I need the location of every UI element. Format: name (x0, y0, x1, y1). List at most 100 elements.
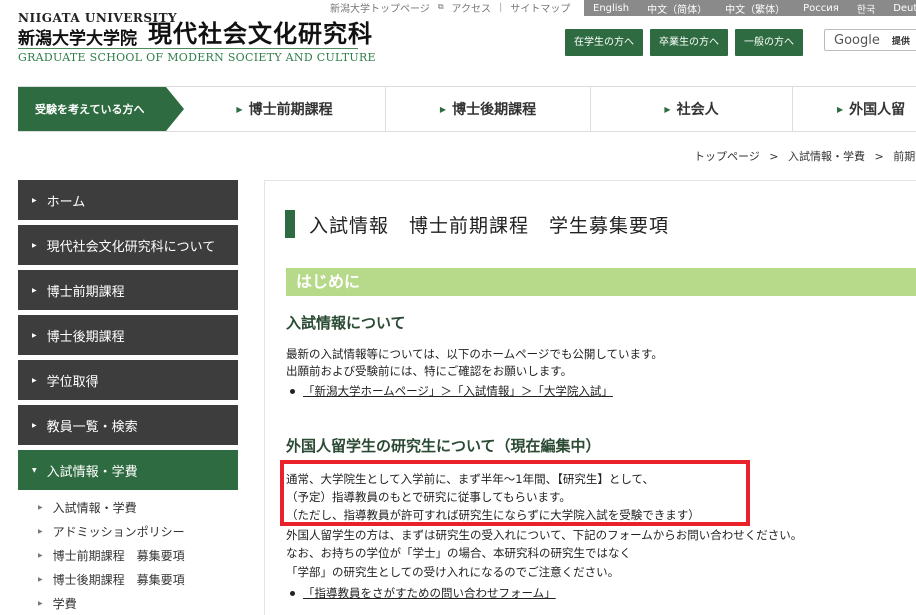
triangle-right-icon: ▶ (32, 331, 37, 339)
heading-admissions-info: 入試情報について (286, 314, 406, 332)
breadcrumb-current: 前期課 (893, 150, 916, 163)
link-university-top[interactable]: 新潟大学トップページ (330, 0, 430, 15)
sidebar-item-masters[interactable]: ▶ 博士前期課程 (18, 270, 238, 310)
lang-chinese-traditional[interactable]: 中文（繁体） (716, 1, 794, 16)
google-search-box[interactable]: Google 提供 (824, 29, 916, 51)
sidebar-subitem-label: 学費 (52, 596, 77, 611)
sidebar-subitem-label: アドミッションポリシー (52, 524, 185, 539)
sidebar-subitem-label: 入試情報・学費 (52, 500, 137, 515)
breadcrumb-separator: > (874, 150, 884, 163)
section-heading: はじめに (286, 268, 916, 296)
main-navigation: 受験を考えている方へ ▶ 博士前期課程 ▶ 博士後期課程 ▶ 社会人 ▶ 外国人… (18, 86, 916, 132)
sidebar-subitem-admission-policy[interactable]: ▶ アドミッションポリシー (18, 519, 238, 543)
alumni-button[interactable]: 卒業生の方へ (650, 29, 728, 56)
triangle-right-icon: ▶ (32, 241, 37, 249)
lang-english[interactable]: English (584, 3, 638, 14)
sidebar-subitem-masters-guidelines[interactable]: ▶ 博士前期課程 募集要項 (18, 543, 238, 567)
sidebar-item-faculty[interactable]: ▶ 教員一覧・検索 (18, 405, 238, 445)
nav-prospective-label: 受験を考えている方へ (35, 103, 145, 116)
sidebar-item-doctoral[interactable]: ▶ 博士後期課程 (18, 315, 238, 355)
external-link-icon: ⧉ (437, 2, 444, 11)
triangle-right-icon: ▶ (236, 104, 243, 114)
triangle-right-icon: ▶ (38, 575, 43, 583)
nav-international[interactable]: ▶ 外国人留 (793, 87, 916, 131)
link-access[interactable]: アクセス (452, 0, 492, 15)
sidebar-item-about[interactable]: ▶ 現代社会文化研究科について (18, 225, 238, 265)
sidebar-subitem-admissions-fees[interactable]: ▶ 入試情報・学費 (18, 495, 238, 519)
paragraph-line: なお、お持ちの学位が「学士」の場合、本研究科の研究生ではなく (286, 546, 631, 560)
list-item: 「新潟大学ホームページ」＞「入試情報」＞「大学院入試」 (290, 383, 613, 399)
sidebar-item-label: ホーム (46, 194, 86, 210)
sidebar-item-label: 教員一覧・検索 (46, 419, 138, 435)
triangle-right-icon: ▶ (32, 196, 37, 204)
triangle-down-icon: ▼ (32, 466, 37, 474)
title-accent-bar (285, 210, 295, 238)
link-university-admissions[interactable]: 「新潟大学ホームページ」＞「入試情報」＞「大学院入試」 (303, 383, 613, 399)
toplink-separator: | (499, 1, 503, 13)
link-inquiry-form[interactable]: 「指導教員をさがすための問い合わせフォーム」 (303, 585, 556, 601)
triangle-right-icon: ▶ (38, 551, 43, 559)
nav-doctoral-label: 博士後期課程 (452, 102, 537, 118)
paragraph-line: 出願前および受験前には、特にご確認をお願いします。 (286, 364, 573, 378)
nav-prospective-students[interactable]: 受験を考えている方へ (18, 87, 188, 131)
sidebar-item-degree[interactable]: ▶ 学位取得 (18, 360, 238, 400)
audience-buttons: 在学生の方へ 卒業生の方へ 一般の方へ (565, 29, 803, 56)
lang-russian[interactable]: Россия (794, 3, 848, 14)
bullet-icon (290, 388, 295, 394)
nav-international-label: 外国人留 (849, 102, 906, 118)
site-header: NIIGATA UNIVERSITY 新潟大学大学院 現代社会文化研究科 GRA… (0, 0, 916, 78)
sidebar-item-label: 博士前期課程 (46, 284, 125, 300)
breadcrumb-admissions[interactable]: 入試情報・学費 (788, 150, 865, 163)
lang-chinese-simplified[interactable]: 中文（简体） (638, 1, 716, 16)
sidebar-item-label: 現代社会文化研究科について (46, 239, 216, 255)
nav-doctoral-program[interactable]: ▶ 博士後期課程 (386, 87, 591, 131)
paragraph-line: 最新の入試情報等については、以下のホームページでも公開しています。 (286, 347, 663, 361)
highlight-annotation-box (280, 460, 750, 526)
lang-korean[interactable]: 한국 (848, 1, 884, 16)
logo-university-ja[interactable]: 新潟大学大学院 (18, 24, 137, 49)
triangle-right-icon: ▶ (38, 503, 43, 511)
sidebar-subitem-tuition[interactable]: ▶ 学費 (18, 591, 238, 615)
bullet-icon (290, 590, 295, 596)
sidebar-subitem-doctoral-guidelines[interactable]: ▶ 博士後期課程 募集要項 (18, 567, 238, 591)
heading-research-students: 外国人留学生の研究生について（現在編集中） (286, 437, 601, 455)
triangle-right-icon: ▶ (664, 104, 671, 114)
utility-links: 新潟大学トップページ ⧉ アクセス | サイトマップ (330, 0, 570, 15)
sidebar-subitem-label: 博士後期課程 募集要項 (52, 572, 185, 587)
sidebar-item-label: 博士後期課程 (46, 329, 125, 345)
page-title-text: 入試情報 博士前期課程 学生募集要項 (309, 214, 670, 237)
link-sitemap[interactable]: サイトマップ (510, 0, 570, 15)
general-public-button[interactable]: 一般の方へ (735, 29, 803, 56)
nav-masters-program[interactable]: ▶ 博士前期課程 (166, 87, 386, 131)
sidebar-item-admissions[interactable]: ▼ 入試情報・学費 (18, 450, 238, 490)
nav-working-adults[interactable]: ▶ 社会人 (591, 87, 793, 131)
triangle-right-icon: ▶ (32, 376, 37, 384)
lang-german[interactable]: Deutsch (884, 3, 916, 14)
page-title: 入試情報 博士前期課程 学生募集要項 (285, 210, 669, 238)
breadcrumb: トップページ > 入試情報・学費 > 前期課 (694, 148, 916, 164)
sidebar-item-label: 学位取得 (46, 374, 99, 390)
triangle-right-icon: ▶ (38, 599, 43, 607)
breadcrumb-top[interactable]: トップページ (694, 150, 760, 163)
triangle-right-icon: ▶ (38, 527, 43, 535)
google-logo: Google (834, 32, 880, 48)
logo-divider (18, 48, 358, 49)
triangle-right-icon: ▶ (439, 104, 447, 114)
google-provided-label: 提供 (891, 36, 910, 47)
sidebar-subitem-label: 博士前期課程 募集要項 (52, 548, 185, 563)
breadcrumb-separator: > (769, 150, 779, 163)
students-button[interactable]: 在学生の方へ (565, 29, 643, 56)
paragraph-line: 外国人留学生の方は、まずは研究生の受入れについて、下記のフォームからお問い合わせ… (286, 528, 803, 542)
paragraph-line: 「学部」の研究生としての受け入れになるのでご注意ください。 (286, 565, 620, 579)
nav-masters-label: 博士前期課程 (248, 102, 333, 118)
logo-graduate-school-ja[interactable]: 現代社会文化研究科 (148, 14, 373, 49)
triangle-right-icon: ▶ (32, 286, 37, 294)
list-item: 「指導教員をさがすための問い合わせフォーム」 (290, 585, 556, 601)
sidebar-item-home[interactable]: ▶ ホーム (18, 180, 238, 220)
language-bar: English 中文（简体） 中文（繁体） Россия 한국 Deutsch (584, 0, 916, 16)
logo-graduate-school-en[interactable]: GRADUATE SCHOOL OF MODERN SOCIETY AND CU… (18, 51, 376, 64)
sidebar-item-label: 入試情報・学費 (46, 464, 138, 480)
triangle-right-icon: ▶ (837, 104, 844, 114)
nav-working-adults-label: 社会人 (676, 102, 719, 118)
nav-arrow-icon (166, 87, 184, 131)
